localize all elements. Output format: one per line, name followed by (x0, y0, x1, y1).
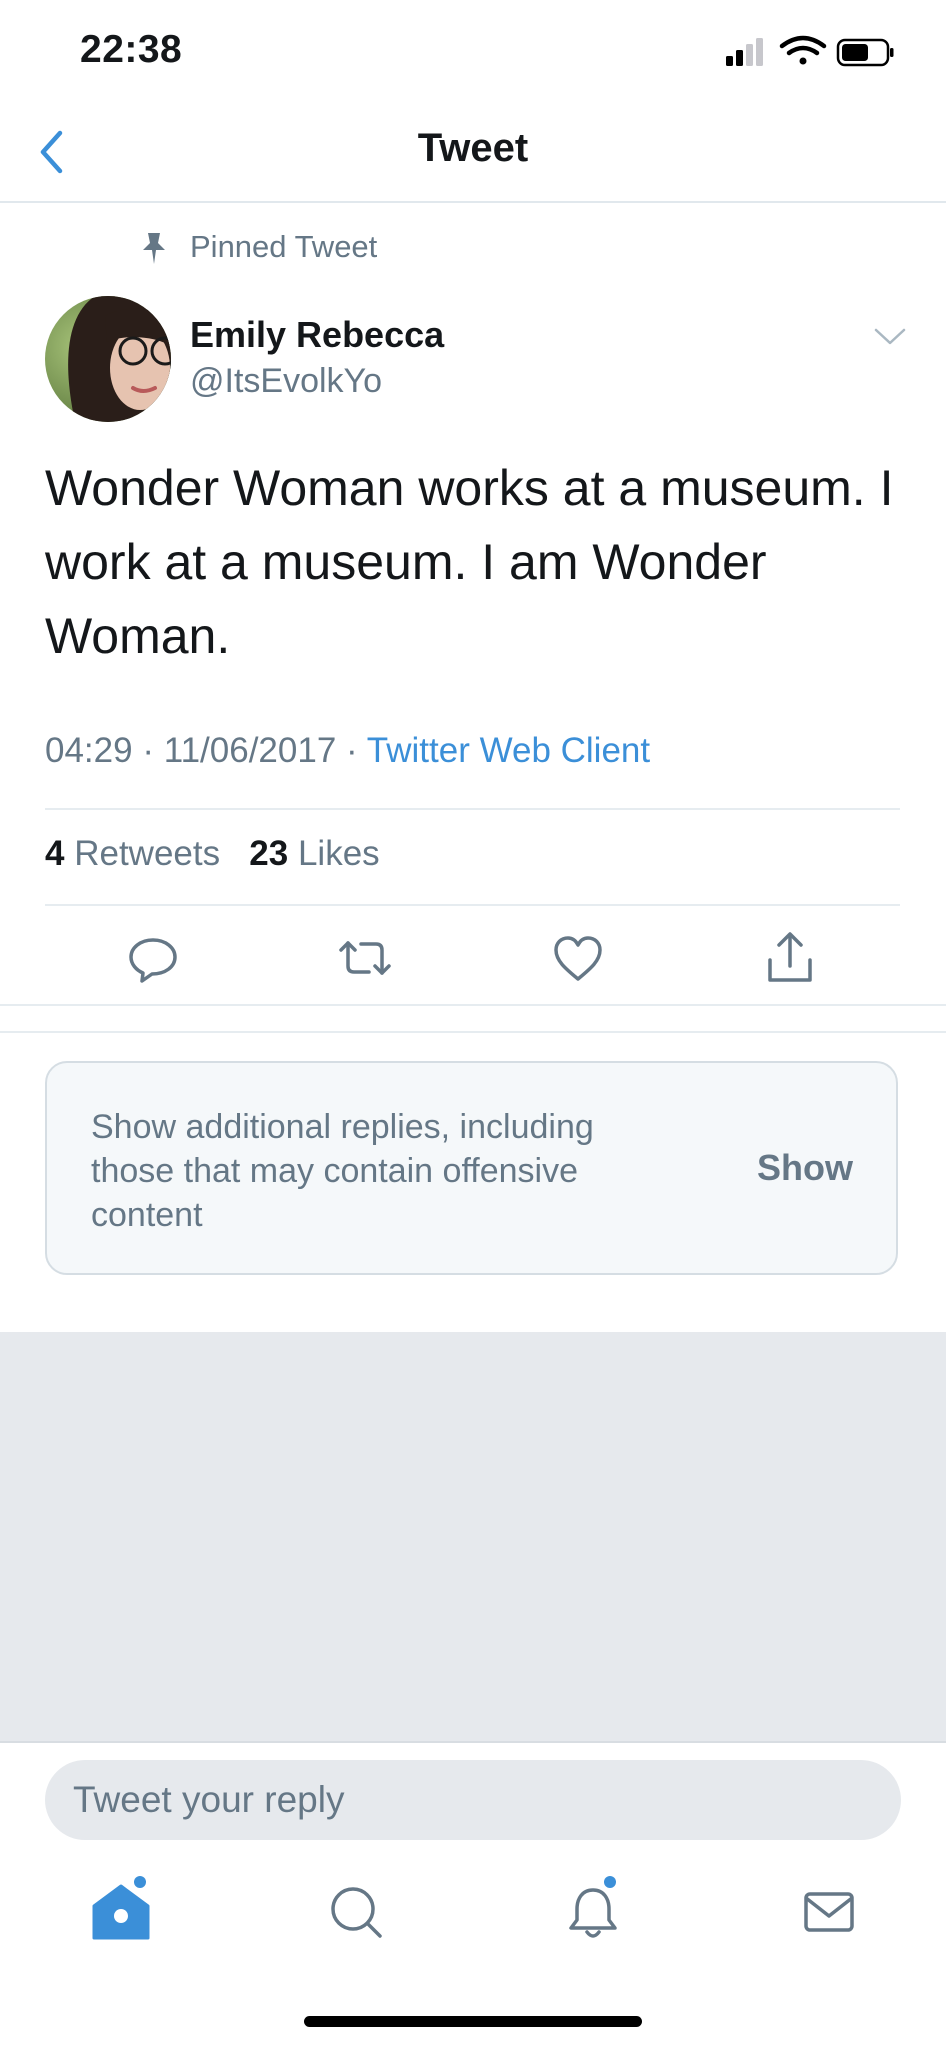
tab-messages[interactable] (794, 1876, 864, 1946)
show-replies-button[interactable]: Show (757, 1147, 853, 1189)
mail-icon (804, 1892, 854, 1932)
share-button[interactable] (758, 926, 822, 990)
tab-search[interactable] (322, 1876, 392, 1946)
avatar[interactable] (45, 296, 171, 422)
divider (45, 904, 900, 906)
notice-text: Show additional replies, including those… (91, 1108, 594, 1234)
like-button[interactable] (546, 926, 610, 990)
tweet-date: 11/06/2017 (163, 731, 337, 770)
retweet-icon (339, 941, 391, 975)
wifi-icon (779, 35, 827, 65)
tab-home[interactable] (86, 1876, 156, 1946)
bell-icon (569, 1876, 617, 1938)
chevron-down-icon (874, 328, 906, 345)
divider (45, 808, 900, 810)
author-name[interactable]: Emily Rebecca (190, 314, 444, 356)
tweet-options-button[interactable] (870, 322, 910, 350)
status-bar-icons (726, 35, 894, 67)
likes-count: 23 (249, 834, 289, 873)
retweets-count: 4 (45, 834, 65, 873)
home-icon (92, 1876, 150, 1940)
likes-stat[interactable]: 23 Likes (249, 834, 379, 873)
divider (0, 1031, 946, 1033)
tweet-time: 04:29 (45, 731, 133, 770)
home-indicator (304, 2016, 642, 2027)
author-handle[interactable]: @ItsEvolkYo (190, 362, 382, 401)
pinned-label: Pinned Tweet (190, 229, 378, 264)
status-bar-time: 22:38 (80, 28, 183, 71)
retweets-stat[interactable]: 4 Retweets (45, 834, 220, 873)
tweet-text: Wonder Woman works at a museum. I work a… (45, 460, 894, 664)
page-title: Tweet (417, 126, 529, 170)
meta-separator: · (346, 731, 358, 770)
reply-button[interactable] (121, 926, 185, 990)
pin-icon (143, 233, 165, 264)
search-icon (331, 1887, 382, 1938)
tweet-stats: 4 Retweets 23 Likes (45, 834, 380, 874)
additional-replies-notice: Show additional replies, including those… (45, 1061, 898, 1275)
likes-label: Likes (297, 834, 380, 873)
header-divider (0, 201, 946, 203)
battery-icon (836, 38, 894, 67)
retweets-label: Retweets (74, 834, 221, 873)
retweet-button[interactable] (333, 926, 397, 990)
divider (0, 1741, 946, 1743)
empty-replies-area (0, 1332, 946, 1741)
share-icon (768, 932, 812, 982)
tweet-source-link[interactable]: Twitter Web Client (367, 731, 650, 770)
tweet-meta: 04:29 · 11/06/2017 · Twitter Web Client (45, 731, 650, 771)
meta-separator: · (142, 731, 154, 770)
reply-input[interactable] (45, 1760, 901, 1840)
heart-icon (554, 936, 602, 981)
signal-icon (726, 38, 763, 66)
reply-icon (129, 938, 177, 983)
divider (0, 1004, 946, 1006)
tab-notifications[interactable] (558, 1876, 628, 1946)
